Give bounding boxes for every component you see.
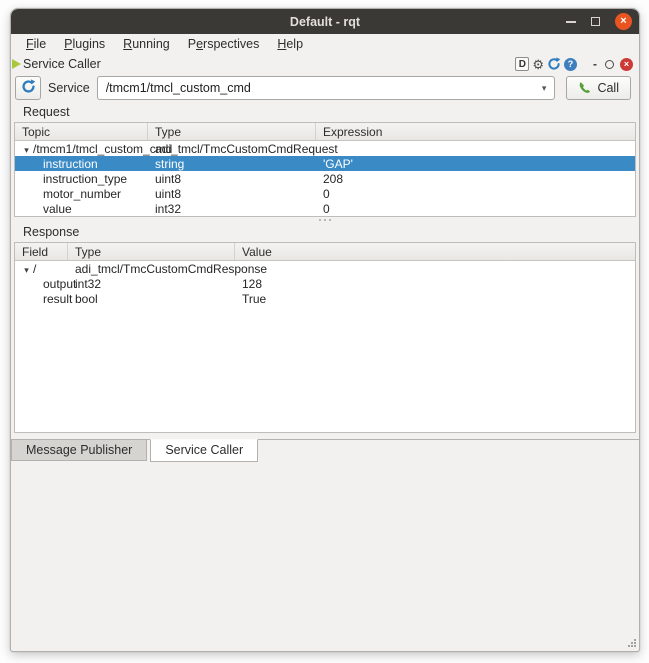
request-row[interactable]: instructionstring'GAP' bbox=[15, 156, 635, 171]
title-bar[interactable]: Default - rqt × bbox=[11, 9, 639, 34]
chevron-down-icon: ▾ bbox=[542, 83, 547, 94]
request-row[interactable]: motor_numberuint80 bbox=[15, 186, 635, 201]
plugin-toolbar: D ⚙ ? - × bbox=[515, 57, 633, 71]
phone-icon bbox=[578, 81, 592, 95]
request-table-body: ▾/tmcm1/tmcl_custom_cmdadi_tmcl/TmcCusto… bbox=[15, 141, 635, 216]
plugin-minimize-button[interactable]: - bbox=[591, 58, 599, 70]
menu-perspectives[interactable]: Perspectives bbox=[179, 36, 269, 52]
plugin-close-button[interactable]: × bbox=[620, 58, 633, 71]
rqt-window: Default - rqt × FilePluginsRunningPerspe… bbox=[10, 8, 640, 652]
column-header-expression[interactable]: Expression bbox=[316, 123, 635, 140]
column-header-type[interactable]: Type bbox=[148, 123, 316, 140]
response-table-body: ▾/adi_tmcl/TmcCustomCmdResponseoutputint… bbox=[15, 261, 635, 306]
request-row[interactable]: ▾/tmcm1/tmcl_custom_cmdadi_tmcl/TmcCusto… bbox=[15, 141, 635, 156]
window-controls: × bbox=[566, 13, 639, 30]
maximize-button[interactable] bbox=[591, 17, 600, 26]
request-row[interactable]: instruction_typeuint8208 bbox=[15, 171, 635, 186]
menu-help[interactable]: Help bbox=[268, 36, 312, 52]
refresh-services-button[interactable] bbox=[15, 76, 41, 100]
column-header-value[interactable]: Value bbox=[235, 243, 635, 260]
column-header-type[interactable]: Type bbox=[68, 243, 235, 260]
play-icon bbox=[12, 59, 21, 69]
tab-message-publisher[interactable]: Message Publisher bbox=[11, 440, 147, 461]
expand-arrow-icon[interactable]: ▾ bbox=[20, 145, 33, 156]
request-section-label: Request bbox=[11, 102, 639, 122]
request-table: TopicTypeExpression ▾/tmcm1/tmcl_custom_… bbox=[14, 122, 636, 217]
request-row[interactable]: valueint320 bbox=[15, 201, 635, 216]
column-header-field[interactable]: Field bbox=[15, 243, 68, 260]
response-row[interactable]: outputint32128 bbox=[15, 276, 635, 291]
column-header-topic[interactable]: Topic bbox=[15, 123, 148, 140]
response-row[interactable]: resultboolTrue bbox=[15, 291, 635, 306]
response-row[interactable]: ▾/adi_tmcl/TmcCustomCmdResponse bbox=[15, 261, 635, 276]
minimize-button[interactable] bbox=[566, 21, 576, 23]
menu-file[interactable]: File bbox=[17, 36, 55, 52]
help-icon[interactable]: ? bbox=[564, 58, 577, 71]
plugin-float-button[interactable] bbox=[605, 60, 614, 69]
response-table: FieldTypeValue ▾/adi_tmcl/TmcCustomCmdRe… bbox=[14, 242, 636, 433]
dock-letter-icon[interactable]: D bbox=[515, 57, 529, 71]
plugin-title: Service Caller bbox=[23, 57, 101, 71]
service-combobox-value: /tmcm1/tmcl_custom_cmd bbox=[106, 81, 542, 95]
service-combobox[interactable]: /tmcm1/tmcl_custom_cmd ▾ bbox=[97, 76, 556, 100]
service-label: Service bbox=[48, 81, 90, 95]
response-table-header: FieldTypeValue bbox=[15, 243, 635, 261]
window-title: Default - rqt bbox=[11, 15, 639, 29]
expand-arrow-icon[interactable]: ▾ bbox=[20, 265, 33, 276]
dock-tabbar: Message PublisherService Caller bbox=[11, 439, 639, 463]
plugin-header: Service Caller D ⚙ ? - × bbox=[11, 54, 639, 74]
response-section-label: Response bbox=[11, 222, 639, 242]
gear-icon[interactable]: ⚙ bbox=[532, 58, 544, 71]
service-bar: Service /tmcm1/tmcl_custom_cmd ▾ Call bbox=[11, 74, 639, 102]
menu-plugins[interactable]: Plugins bbox=[55, 36, 114, 52]
close-button[interactable]: × bbox=[615, 13, 632, 30]
call-button[interactable]: Call bbox=[566, 76, 631, 100]
refresh-icon bbox=[21, 79, 36, 97]
menu-running[interactable]: Running bbox=[114, 36, 179, 52]
tab-service-caller[interactable]: Service Caller bbox=[150, 439, 258, 462]
menubar: FilePluginsRunningPerspectivesHelp bbox=[11, 34, 639, 54]
call-button-label: Call bbox=[597, 81, 619, 95]
resize-grip[interactable] bbox=[627, 639, 636, 648]
request-table-header: TopicTypeExpression bbox=[15, 123, 635, 141]
reload-plugin-icon[interactable] bbox=[547, 57, 561, 71]
status-bar bbox=[11, 463, 639, 652]
